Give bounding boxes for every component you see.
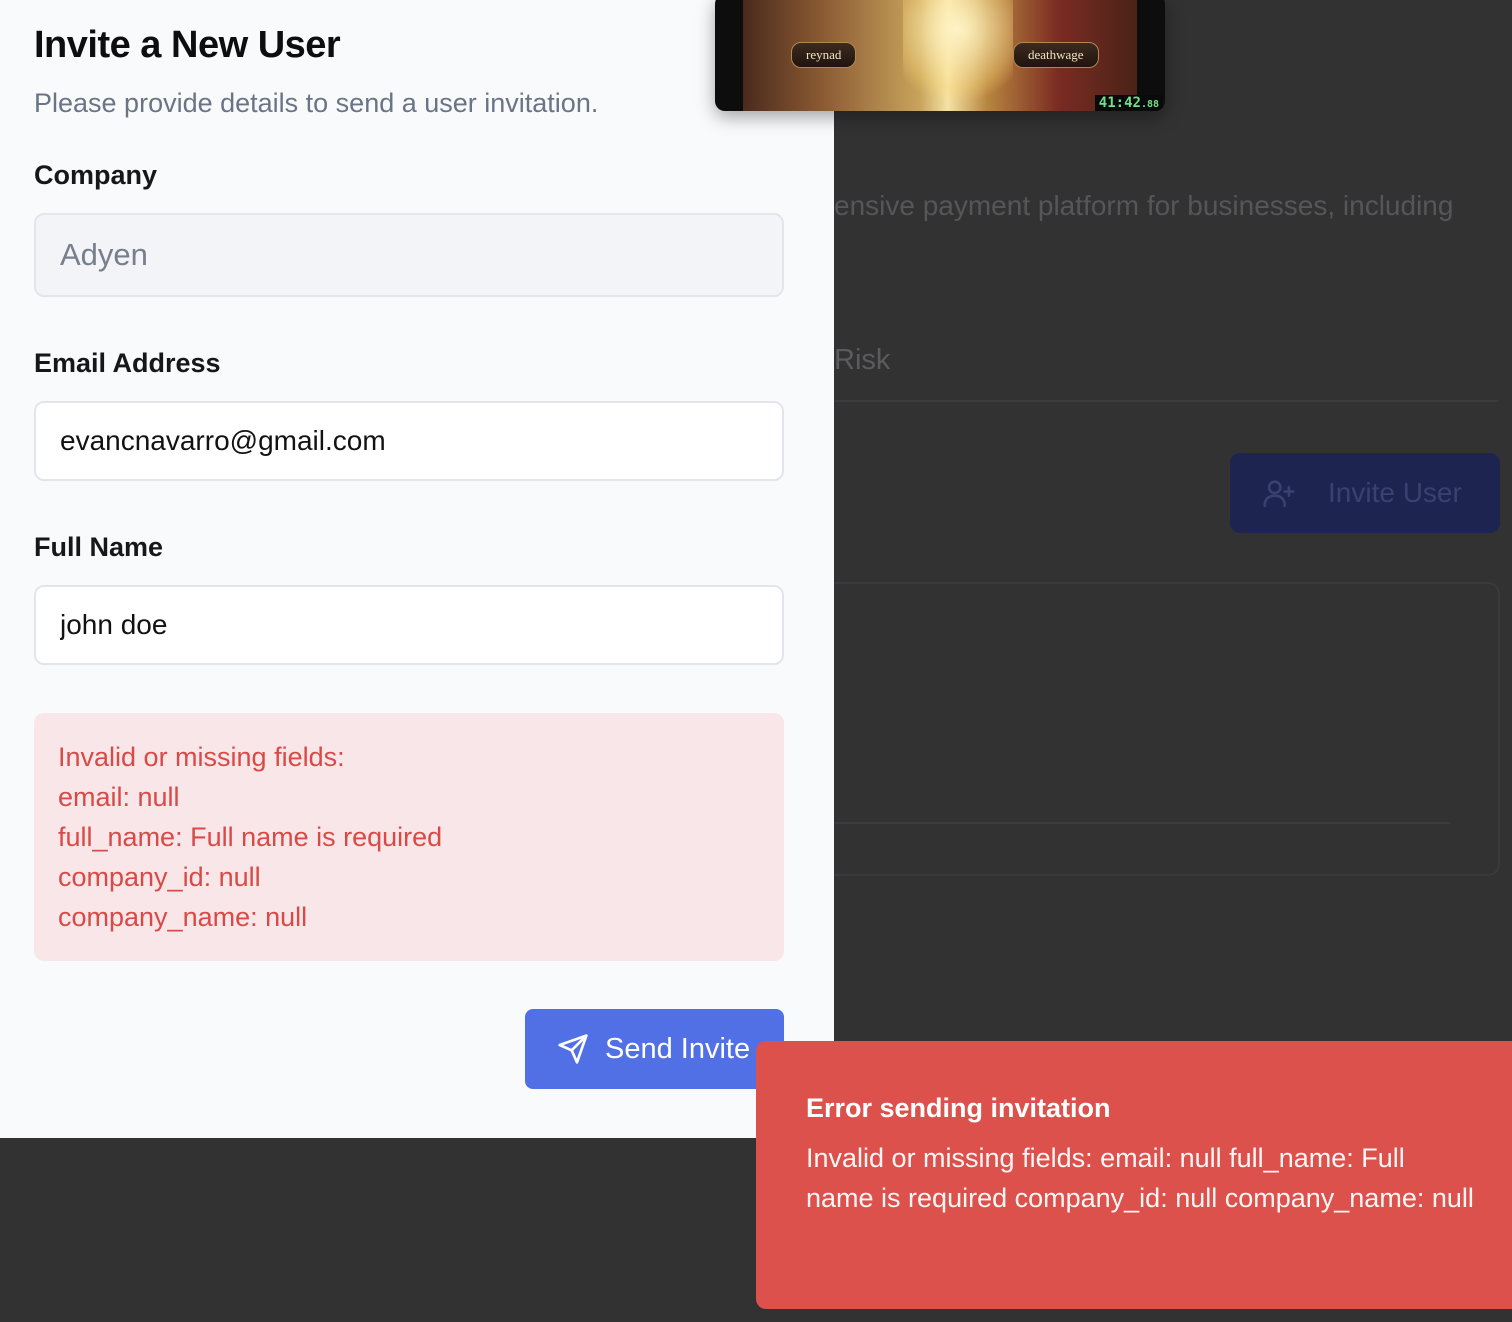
tab-risk[interactable]: Risk [834,344,890,377]
modal-subtitle: Please provide details to send a user in… [34,88,599,118]
error-line: email: null [58,782,180,812]
player-nameplate-right: deathwage [1013,42,1099,68]
toast-title: Error sending invitation [806,1093,1111,1123]
invite-user-button[interactable]: Invite User [1230,453,1500,533]
error-toast[interactable]: Error sending invitation Invalid or miss… [756,1041,1512,1309]
tabs-divider [834,400,1498,402]
user-plus-icon [1262,476,1296,510]
error-line: company_id: null [58,862,261,892]
player-nameplate-left: reynad [791,42,857,68]
video-glow [903,0,1013,111]
company-description: ensive payment platform for businesses, … [834,190,1454,221]
send-invite-button[interactable]: Send Invite [525,1009,784,1089]
video-overlay[interactable]: reynad deathwage 41:42.88 [715,0,1165,111]
send-invite-label: Send Invite [605,1032,751,1065]
full-name-label: Full Name [34,532,164,562]
video-timer: 41:42.88 [1094,95,1163,111]
company-field [34,213,784,297]
invite-user-modal: Invite a New User Please provide details… [0,0,834,1138]
send-icon [557,1033,589,1065]
validation-error-box: Invalid or missing fields: email: null f… [34,713,784,961]
toast-message: Invalid or missing fields: email: null f… [806,1143,1474,1213]
full-name-field[interactable] [34,585,784,665]
error-line: full_name: Full name is required [58,822,443,852]
invite-user-label: Invite User [1328,477,1462,508]
error-line: company_name: null [58,902,308,932]
email-field[interactable] [34,401,784,481]
table-divider [834,822,1450,824]
error-line: Invalid or missing fields: [58,742,345,772]
company-label: Company [34,160,158,190]
modal-title: Invite a New User [34,24,341,66]
email-label: Email Address [34,348,221,378]
video-frame: reynad deathwage [743,0,1137,111]
users-table-card [834,582,1500,876]
